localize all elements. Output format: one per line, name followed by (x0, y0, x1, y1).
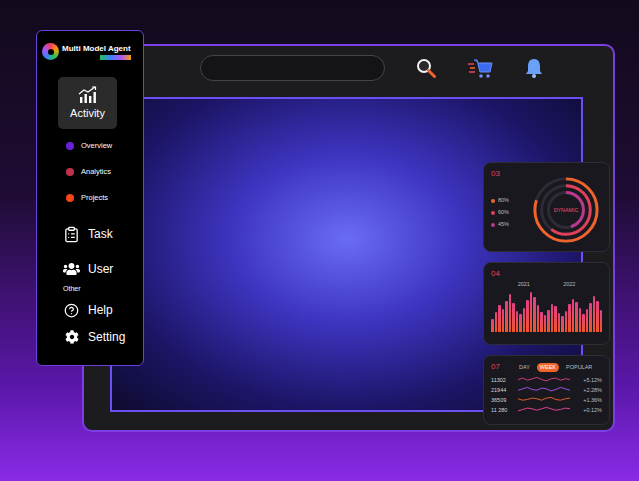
sidebar-item[interactable]: Help (42, 301, 138, 319)
chart-tick: 2021 (518, 281, 530, 288)
bar (561, 316, 564, 332)
card-number: 07 (491, 362, 500, 372)
stat-row: 11302+5.12% (491, 375, 602, 384)
svg-text:DYNAMIC: DYNAMIC (554, 207, 579, 213)
sidebar: Multi Model Agent Activity Overview Analyti… (36, 30, 144, 366)
bar (491, 319, 494, 332)
header (84, 46, 613, 90)
clipboard-icon (63, 226, 80, 243)
bar (512, 303, 515, 332)
bar (495, 312, 498, 332)
brand[interactable]: Multi Model Agent (42, 43, 138, 60)
bar (558, 313, 561, 332)
bar (593, 296, 596, 332)
bar (600, 310, 603, 332)
chart-tick: 2022 (563, 281, 575, 288)
card-tab[interactable]: POPULAR (563, 363, 595, 372)
bar (523, 308, 526, 332)
bar (502, 309, 505, 332)
bar (589, 303, 592, 332)
cart-icon[interactable] (467, 57, 493, 79)
bar (568, 304, 571, 332)
logo-icon (42, 43, 59, 60)
stats-card: 04 2021 2022 (483, 262, 610, 345)
stats-card: 07 DAY WEEK POPULAR 11302+5.12%21944+2.28%36… (483, 355, 610, 425)
bar (530, 292, 533, 332)
legend-item: 80% (491, 197, 524, 204)
brand-title: Multi Model Agent (62, 44, 131, 54)
bar (537, 305, 540, 332)
gear-icon (65, 330, 79, 344)
help-icon (64, 303, 79, 318)
search-icon[interactable] (415, 57, 437, 79)
bar (516, 311, 519, 332)
status-dot (66, 194, 74, 202)
bar (544, 315, 547, 332)
bar (505, 301, 508, 332)
search-field[interactable] (200, 55, 385, 81)
sidebar-item[interactable]: User (42, 259, 138, 279)
bar (533, 297, 536, 332)
stats-card: 03 80% 60% 45% DYNAMIC (483, 162, 610, 252)
sidebar-subitem[interactable]: Projects (66, 192, 138, 204)
line-chart (517, 395, 571, 404)
sidebar-subitem[interactable]: Overview (66, 140, 138, 152)
group-label: Other (63, 284, 138, 293)
line-chart (517, 375, 571, 384)
sidebar-subitem[interactable]: Analytics (66, 166, 138, 178)
bar (596, 301, 599, 332)
bell-icon[interactable] (524, 57, 544, 79)
bar (565, 311, 568, 332)
card-tab[interactable]: WEEK (537, 363, 559, 372)
bar (509, 294, 512, 332)
card-number: 03 (491, 169, 500, 179)
stat-row: 11 280+0.12% (491, 405, 602, 414)
stat-row: 21944+2.28% (491, 385, 602, 394)
bar (551, 304, 554, 332)
card-tab[interactable]: DAY (516, 363, 533, 372)
bar (586, 309, 589, 332)
page: Multi Model Agent Activity Overview Analyti… (0, 0, 639, 481)
users-icon (63, 260, 80, 278)
bar (540, 312, 543, 332)
stat-row: 36509+1.36% (491, 395, 602, 404)
bar (526, 300, 529, 332)
legend-item: 60% (491, 209, 524, 216)
sidebar-item[interactable]: Task (42, 224, 138, 244)
chart-icon (78, 86, 98, 104)
bar (547, 310, 550, 332)
bar (582, 314, 585, 332)
bar (579, 308, 582, 332)
bar (572, 299, 575, 332)
sidebar-item[interactable]: Activity (58, 77, 117, 129)
bar (498, 305, 501, 332)
card-number: 04 (491, 269, 500, 279)
bar-chart (491, 292, 602, 332)
brand-bar (100, 55, 131, 60)
line-chart (517, 405, 571, 414)
bar (554, 306, 557, 332)
sidebar-item[interactable]: Setting (42, 328, 138, 346)
status-dot (66, 142, 74, 150)
legend-item: 45% (491, 221, 524, 228)
line-chart (517, 385, 571, 394)
bar (575, 302, 578, 332)
status-dot (66, 168, 74, 176)
bar (519, 314, 522, 332)
donut-chart: DYNAMIC (530, 173, 602, 247)
